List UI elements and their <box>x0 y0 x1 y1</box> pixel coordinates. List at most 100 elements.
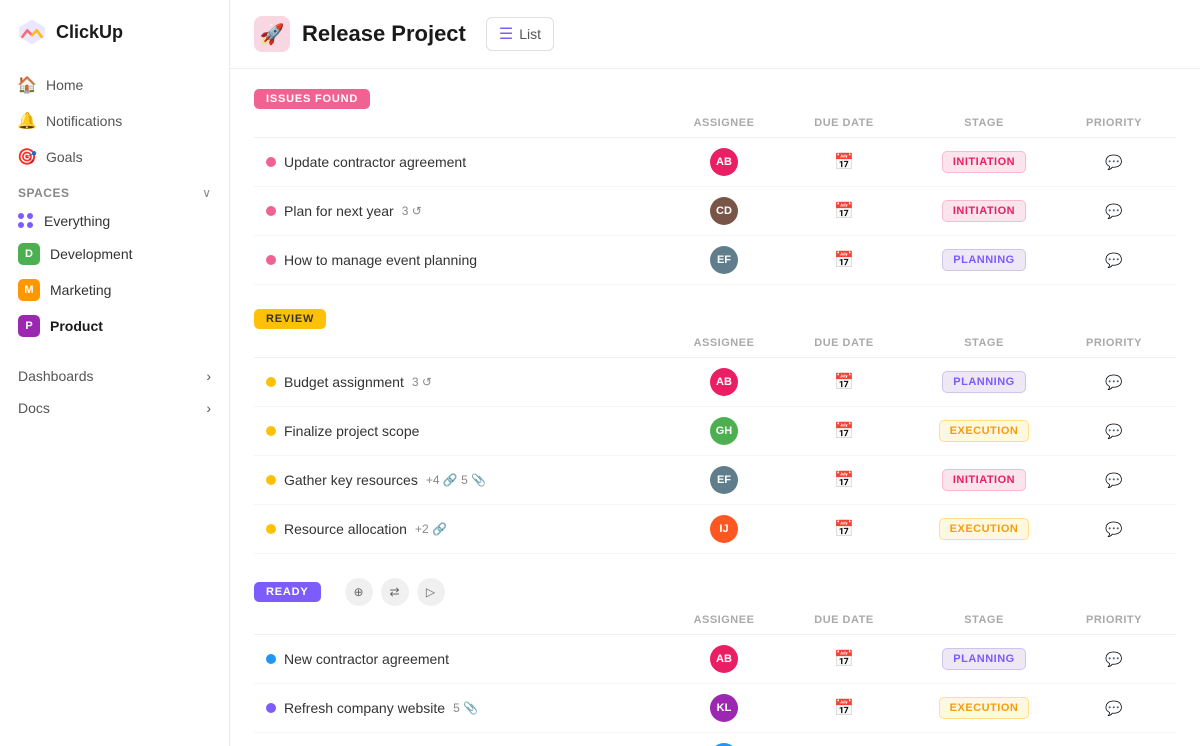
table-row[interactable]: New contractor agreement AB 📅 PLANNING 💬 <box>254 635 1176 684</box>
sidebar-item-dashboards[interactable]: Dashboards › <box>8 360 221 392</box>
due-date-cell[interactable]: 📅 <box>784 201 904 221</box>
task-status-dot <box>266 524 276 534</box>
stage-badge: INITIATION <box>942 469 1026 491</box>
col-stage: STAGE <box>904 614 1064 626</box>
assignee-cell: AB <box>664 645 784 673</box>
sidebar-item-docs[interactable]: Docs › <box>8 392 221 424</box>
priority-icon: 💬 <box>1105 423 1122 440</box>
task-title: Gather key resources <box>284 472 418 488</box>
stage-badge: EXECUTION <box>939 697 1030 719</box>
spaces-label: Spaces <box>18 186 69 200</box>
task-status-dot <box>266 157 276 167</box>
sidebar-item-marketing[interactable]: M Marketing <box>8 272 221 308</box>
sidebar-item-marketing-label: Marketing <box>50 282 111 298</box>
task-name-cell: Finalize project scope <box>266 423 664 439</box>
main-content: 🚀 Release Project ☰ List ISSUES FOUND AS… <box>230 0 1200 746</box>
task-list-content: ISSUES FOUND ASSIGNEE DUE DATE STAGE PRI… <box>230 69 1200 746</box>
group-ready: READY ⊕ ⇄ ▷ ASSIGNEE DUE DATE STAGE PRIO… <box>254 578 1176 746</box>
col-due-date: DUE DATE <box>784 614 904 626</box>
filter-button[interactable]: ⊕ <box>345 578 373 606</box>
stage-cell: PLANNING <box>904 648 1064 670</box>
col-task <box>266 614 664 626</box>
calendar-icon: 📅 <box>834 201 854 221</box>
table-row[interactable]: Update key objectives 5 📎 MN 📅 EXECUTION… <box>254 733 1176 746</box>
stage-cell: EXECUTION <box>904 518 1064 540</box>
stage-badge: INITIATION <box>942 200 1026 222</box>
due-date-cell[interactable]: 📅 <box>784 152 904 172</box>
col-stage: STAGE <box>904 117 1064 129</box>
assignee-cell: CD <box>664 197 784 225</box>
priority-cell: 💬 <box>1064 423 1164 440</box>
col-priority: PRIORITY <box>1064 117 1164 129</box>
col-due-date: DUE DATE <box>784 117 904 129</box>
calendar-icon: 📅 <box>834 372 854 392</box>
group-issues: ISSUES FOUND ASSIGNEE DUE DATE STAGE PRI… <box>254 89 1176 285</box>
table-row[interactable]: Plan for next year 3 ↺ CD 📅 INITIATION 💬 <box>254 187 1176 236</box>
stage-badge: PLANNING <box>942 249 1025 271</box>
priority-icon: 💬 <box>1105 374 1122 391</box>
stage-cell: PLANNING <box>904 249 1064 271</box>
sidebar-item-home[interactable]: 🏠 Home <box>8 68 221 102</box>
sidebar-item-everything[interactable]: Everything <box>8 206 221 236</box>
avatar: CD <box>710 197 738 225</box>
due-date-cell[interactable]: 📅 <box>784 372 904 392</box>
avatar: IJ <box>710 515 738 543</box>
priority-icon: 💬 <box>1105 252 1122 269</box>
chevron-right-icon-docs: › <box>206 400 211 416</box>
goals-icon: 🎯 <box>18 148 36 166</box>
sidebar-item-notifications-label: Notifications <box>46 113 122 129</box>
due-date-cell[interactable]: 📅 <box>784 470 904 490</box>
page-header: 🚀 Release Project ☰ List <box>230 0 1200 69</box>
stage-badge: INITIATION <box>942 151 1026 173</box>
dashboards-label: Dashboards <box>18 368 94 384</box>
table-row[interactable]: Update contractor agreement AB 📅 INITIAT… <box>254 138 1176 187</box>
col-stage: STAGE <box>904 337 1064 349</box>
assignee-cell: EF <box>664 246 784 274</box>
priority-icon: 💬 <box>1105 700 1122 717</box>
sort-button[interactable]: ⇄ <box>381 578 409 606</box>
table-row[interactable]: Finalize project scope GH 📅 EXECUTION 💬 <box>254 407 1176 456</box>
sidebar-item-goals[interactable]: 🎯 Goals <box>8 140 221 174</box>
marketing-badge: M <box>18 279 40 301</box>
priority-icon: 💬 <box>1105 472 1122 489</box>
table-row[interactable]: Resource allocation +2 🔗 IJ 📅 EXECUTION … <box>254 505 1176 554</box>
group-button[interactable]: ▷ <box>417 578 445 606</box>
table-row[interactable]: Budget assignment 3 ↺ AB 📅 PLANNING 💬 <box>254 358 1176 407</box>
ready-badge[interactable]: READY <box>254 582 321 602</box>
ready-table-header: ASSIGNEE DUE DATE STAGE PRIORITY <box>254 606 1176 635</box>
sidebar-item-notifications[interactable]: 🔔 Notifications <box>8 104 221 138</box>
issues-badge[interactable]: ISSUES FOUND <box>254 89 370 109</box>
task-name-cell: Plan for next year 3 ↺ <box>266 203 664 219</box>
table-row[interactable]: Refresh company website 5 📎 KL 📅 EXECUTI… <box>254 684 1176 733</box>
due-date-cell[interactable]: 📅 <box>784 519 904 539</box>
stage-cell: INITIATION <box>904 200 1064 222</box>
priority-icon: 💬 <box>1105 154 1122 171</box>
assignee-cell: IJ <box>664 515 784 543</box>
due-date-cell[interactable]: 📅 <box>784 649 904 669</box>
task-name-cell: Gather key resources +4 🔗 5 📎 <box>266 472 664 488</box>
group-review: REVIEW ASSIGNEE DUE DATE STAGE PRIORITY … <box>254 309 1176 554</box>
stage-badge: PLANNING <box>942 648 1025 670</box>
ready-controls: ⊕ ⇄ ▷ <box>345 578 445 606</box>
due-date-cell[interactable]: 📅 <box>784 698 904 718</box>
table-row[interactable]: Gather key resources +4 🔗 5 📎 EF 📅 INITI… <box>254 456 1176 505</box>
stage-badge: EXECUTION <box>939 420 1030 442</box>
task-name-cell: New contractor agreement <box>266 651 664 667</box>
sidebar-item-development[interactable]: D Development <box>8 236 221 272</box>
task-title: Plan for next year <box>284 203 394 219</box>
stage-cell: EXECUTION <box>904 697 1064 719</box>
sidebar: ClickUp 🏠 Home 🔔 Notifications 🎯 Goals S… <box>0 0 230 746</box>
due-date-cell[interactable]: 📅 <box>784 250 904 270</box>
issues-table-header: ASSIGNEE DUE DATE STAGE PRIORITY <box>254 109 1176 138</box>
due-date-cell[interactable]: 📅 <box>784 421 904 441</box>
col-priority: PRIORITY <box>1064 614 1164 626</box>
chevron-down-icon[interactable]: ∨ <box>202 186 211 200</box>
avatar: AB <box>710 645 738 673</box>
sidebar-item-product[interactable]: P Product <box>8 308 221 344</box>
task-status-dot <box>266 654 276 664</box>
col-priority: PRIORITY <box>1064 337 1164 349</box>
table-row[interactable]: How to manage event planning EF 📅 PLANNI… <box>254 236 1176 285</box>
review-badge[interactable]: REVIEW <box>254 309 326 329</box>
view-selector[interactable]: ☰ List <box>486 17 554 51</box>
priority-cell: 💬 <box>1064 252 1164 269</box>
